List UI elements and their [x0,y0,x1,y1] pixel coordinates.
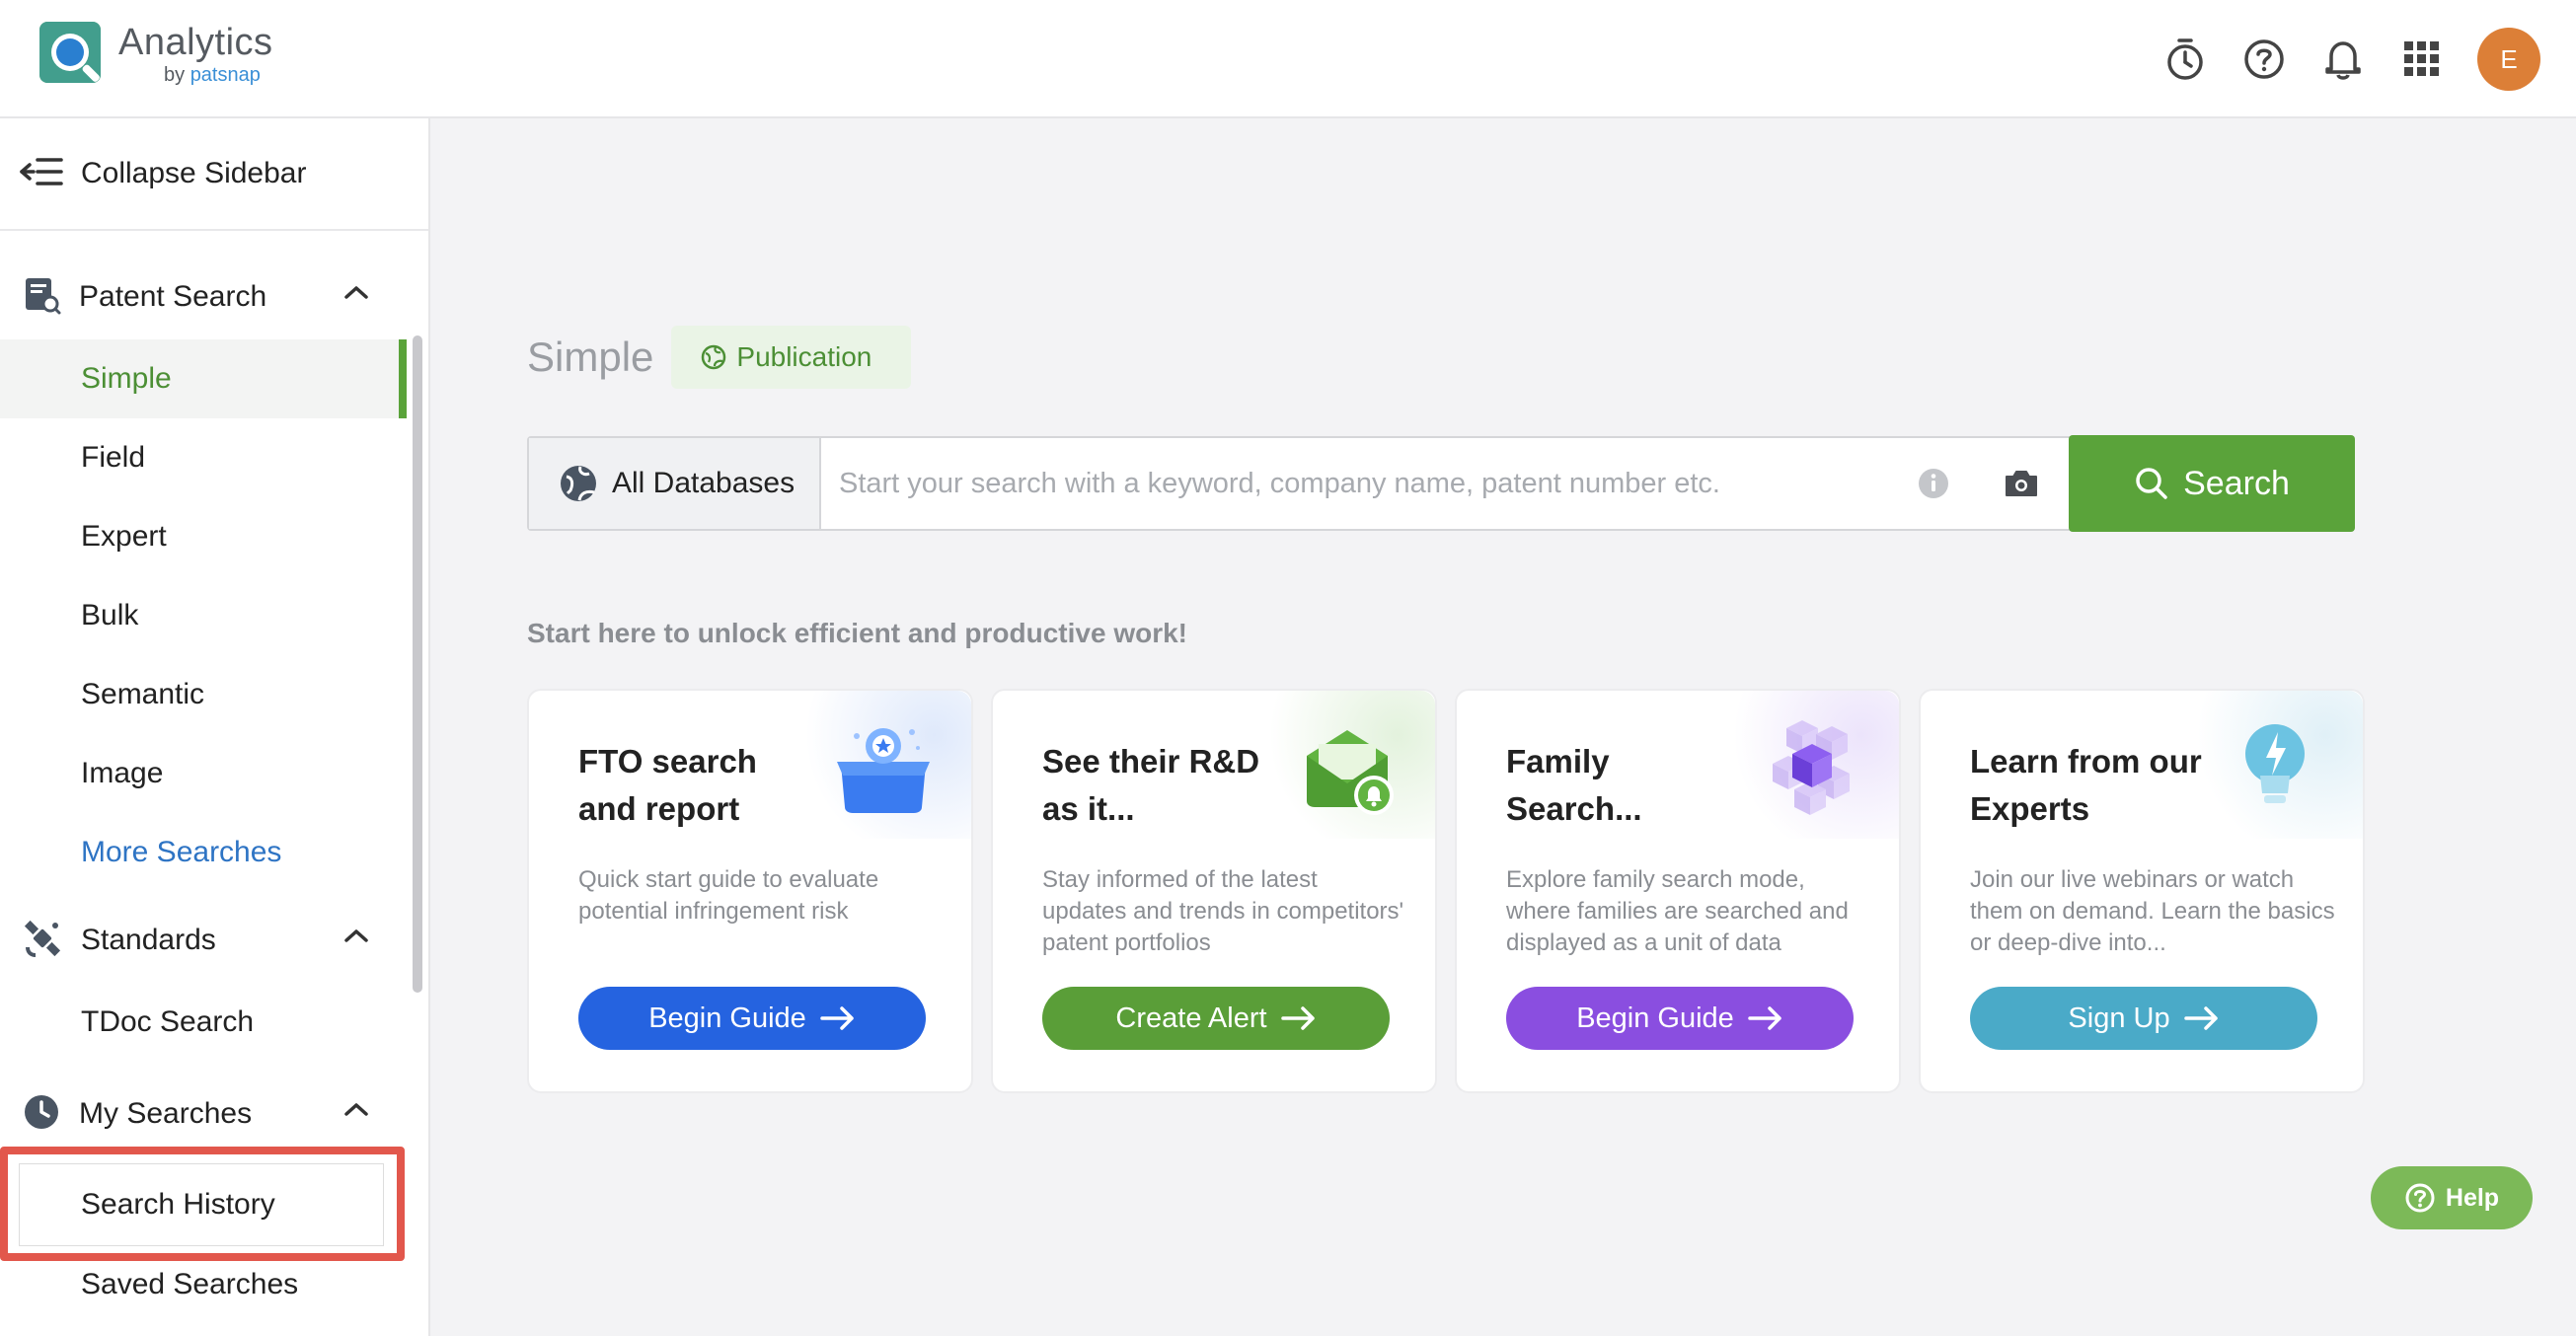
nav-group-label: My Searches [79,1097,252,1131]
patent-search-icon [22,275,61,320]
help-button[interactable]: Help [2371,1166,2533,1229]
top-bar: Analytics by patsnap E [0,0,2576,118]
card-button-label: Create Alert [1115,1002,1266,1035]
mail-alert-icon [1293,714,1402,828]
sidebar-item-simple[interactable]: Simple [0,339,407,418]
sidebar: Collapse Sidebar Patent Search Simple Fi… [0,118,430,1336]
search-button-label: Search [2183,465,2290,503]
clock-icon [22,1092,61,1137]
card-title: Learn from our Experts [1970,738,2207,833]
card-title: Family Search... [1506,738,1743,833]
timer-icon[interactable] [2161,36,2209,83]
nav-group-my-searches[interactable]: My Searches [0,1072,407,1156]
info-icon[interactable] [1893,438,1974,529]
apps-grid-icon[interactable] [2398,36,2446,83]
collapse-sidebar-icon [20,156,63,192]
bell-icon[interactable] [2319,36,2367,83]
collapse-sidebar-label: Collapse Sidebar [81,157,306,190]
logo-magnifier-icon [39,22,105,87]
nav-group-label: Patent Search [79,280,266,314]
camera-icon[interactable] [1974,438,2069,529]
create-alert-button[interactable]: Create Alert [1042,987,1390,1050]
sidebar-item-bulk[interactable]: Bulk [0,576,407,655]
begin-guide-button[interactable]: Begin Guide [1506,987,1854,1050]
arrow-right-icon [820,1005,856,1031]
user-avatar[interactable]: E [2477,28,2540,91]
search-icon [2134,466,2169,501]
sidebar-item-semantic[interactable]: Semantic [0,655,407,734]
sidebar-item-search-history[interactable]: Search History [0,1164,375,1245]
sidebar-scrollbar[interactable] [413,335,422,993]
card-button-label: Sign Up [2068,1002,2169,1035]
sidebar-item-saved-searches[interactable]: Saved Searches [0,1245,405,1324]
arrow-right-icon [1748,1005,1783,1031]
card-family-search[interactable]: Family Search... Explore family search m… [1455,689,1901,1093]
nav-group-standards[interactable]: Standards [0,898,407,983]
search-button[interactable]: Search [2069,435,2355,532]
chevron-up-icon[interactable] [343,1101,369,1122]
cubes-icon [1757,714,1865,828]
card-description: Explore family search mode, where famili… [1506,864,1871,959]
tagline: Start here to unlock efficient and produ… [527,618,1187,649]
logo-subtitle: by patsnap [164,64,273,87]
globe-icon [701,344,726,370]
card-fto-search[interactable]: FTO search and report Quick start guide … [527,689,973,1093]
card-button-label: Begin Guide [648,1002,806,1035]
card-learn-experts[interactable]: Learn from our Experts Join our live web… [1919,689,2365,1093]
nav-group-label: Standards [81,924,216,957]
sidebar-item-expert[interactable]: Expert [0,497,407,576]
logo-title: Analytics [118,23,273,62]
arrow-right-icon [2184,1005,2220,1031]
database-selector[interactable]: All Databases [529,438,821,529]
help-button-label: Help [2446,1184,2499,1213]
help-circle-icon[interactable] [2240,36,2288,83]
begin-guide-button[interactable]: Begin Guide [578,987,926,1050]
sidebar-item-field[interactable]: Field [0,418,407,497]
sign-up-button[interactable]: Sign Up [1970,987,2317,1050]
nav-group-patent-search[interactable]: Patent Search [0,255,407,339]
card-create-alert[interactable]: See their R&D as it... Stay informed of … [991,689,1437,1093]
chevron-up-icon[interactable] [343,284,369,305]
page-title: Simple [527,334,653,381]
database-selector-label: All Databases [612,467,795,500]
chevron-up-icon[interactable] [343,928,369,948]
publication-badge-label: Publication [736,341,871,373]
card-description: Stay informed of the latest updates and … [1042,864,1407,959]
box-star-icon [829,714,938,828]
card-title: See their R&D as it... [1042,738,1279,833]
search-bar: All Databases Search [527,436,2355,531]
publication-badge[interactable]: Publication [671,326,911,389]
lightbulb-icon [2221,714,2329,828]
card-button-label: Begin Guide [1576,1002,1734,1035]
globe-icon [559,464,598,503]
card-title: FTO search and report [578,738,815,833]
main-content: Simple Publication All Databases Search … [432,120,2576,1336]
card-description: Quick start guide to evaluate potential … [578,864,944,928]
help-circle-icon [2404,1182,2436,1214]
card-description: Join our live webinars or watch them on … [1970,864,2335,959]
sidebar-item-tdoc-search[interactable]: TDoc Search [0,983,407,1062]
sidebar-item-more-searches[interactable]: More Searches [0,813,407,892]
arrow-right-icon [1281,1005,1317,1031]
guide-cards: FTO search and report Quick start guide … [527,689,2383,1093]
satellite-icon [22,918,63,964]
app-logo[interactable]: Analytics by patsnap [39,22,273,87]
sidebar-item-image[interactable]: Image [0,734,407,813]
search-input[interactable] [821,438,1893,529]
collapse-sidebar-button[interactable]: Collapse Sidebar [0,118,428,231]
